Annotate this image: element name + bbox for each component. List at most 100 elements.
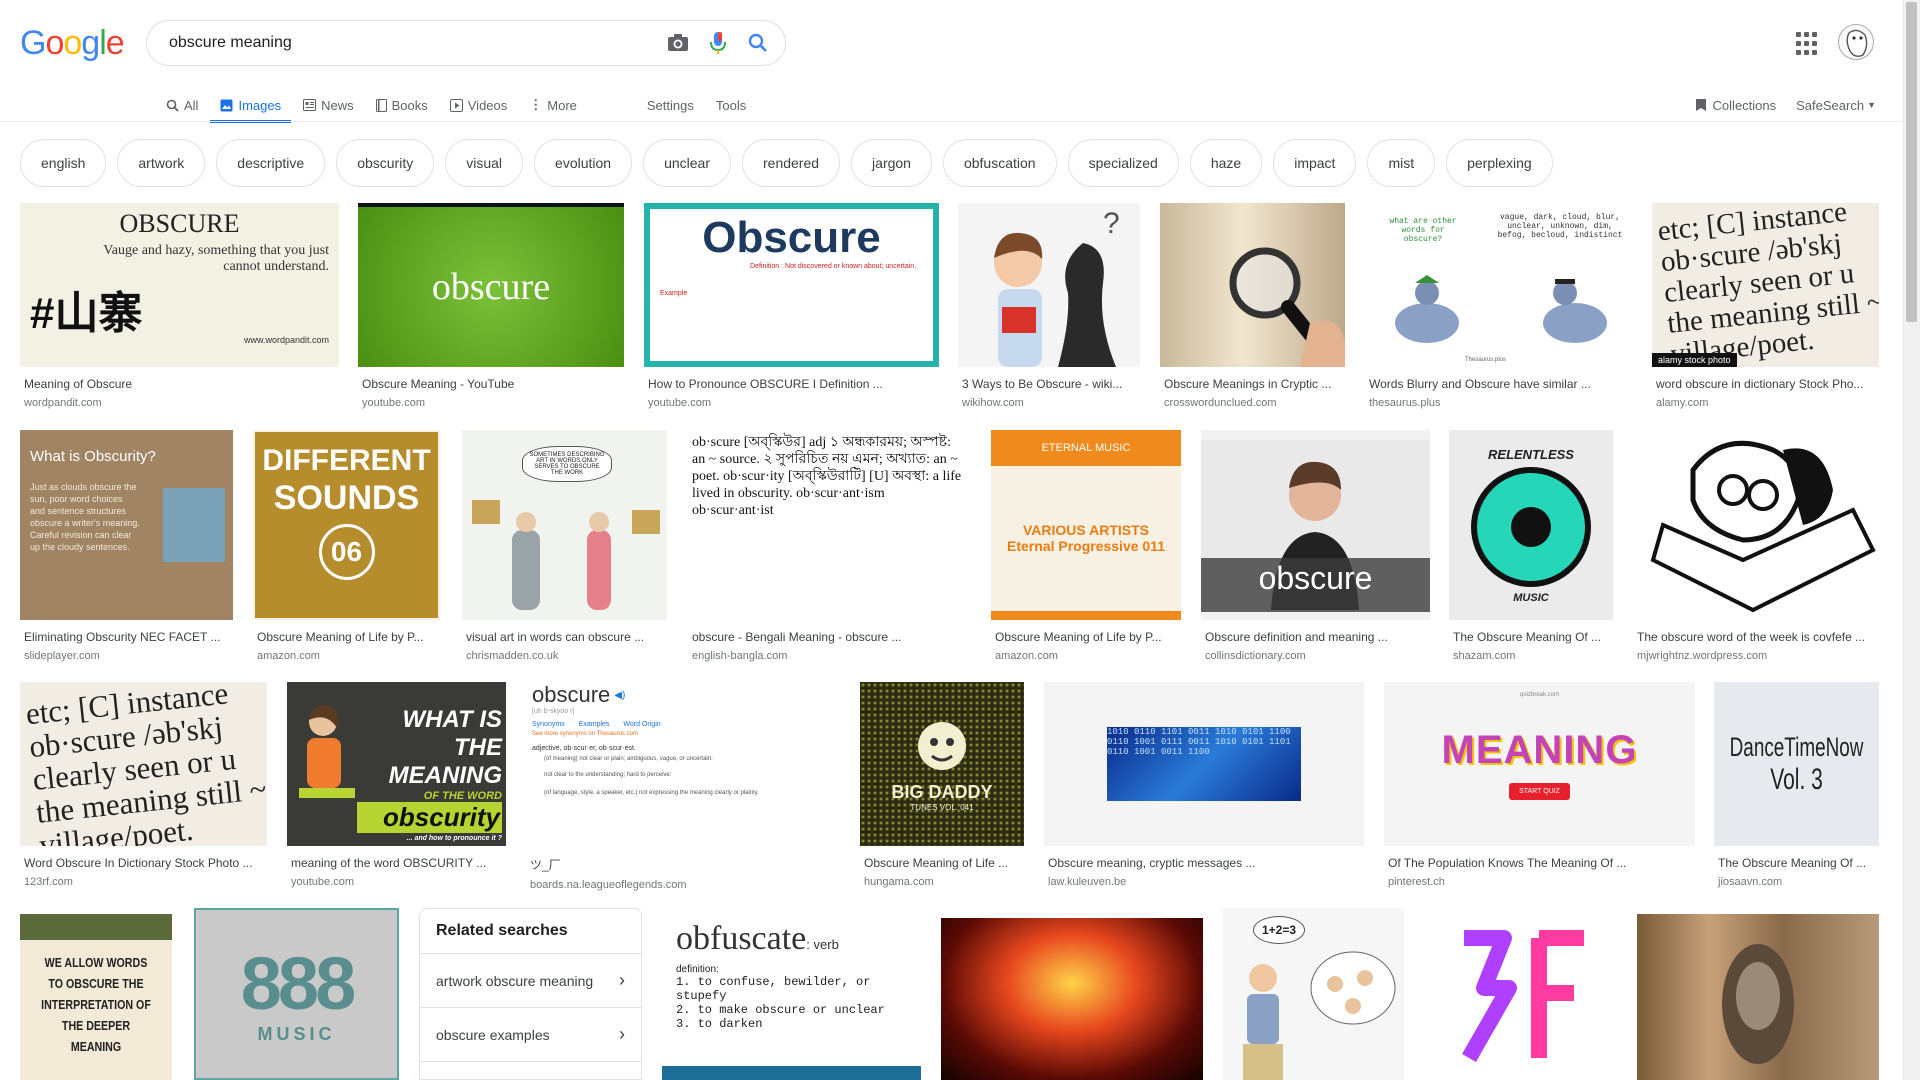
- related-search-item[interactable]: obscure examples ›: [420, 1008, 641, 1062]
- result-caption: The obscure word of the week is covfefe …: [1637, 630, 1866, 644]
- image-result[interactable]: 888 MUSIC: [194, 908, 399, 1080]
- image-result[interactable]: quizbreak.com MEANING START QUIZ Of The …: [1384, 682, 1695, 888]
- image-result[interactable]: WHAT IS THE MEANING OF THE WORD obscurit…: [287, 682, 506, 888]
- search-box[interactable]: [146, 20, 786, 66]
- result-caption: obscure - Bengali Meaning - obscure ...: [692, 630, 902, 644]
- chip[interactable]: specialized: [1067, 139, 1179, 187]
- image-result[interactable]: etc; [C] instance ob·scure /əb'skj clear…: [1652, 203, 1879, 409]
- image-result[interactable]: etc; [C] instance ob·scure /əb'skj clear…: [20, 682, 267, 888]
- image-result[interactable]: 1010 0110 1101 0011 1010 0101 1100 0110 …: [1044, 682, 1364, 888]
- image-result[interactable]: OBSCURE Vauge and hazy, something that y…: [20, 203, 339, 409]
- image-result[interactable]: [1637, 914, 1879, 1080]
- image-result[interactable]: DanceTimeNow Vol. 3 The Obscure Meaning …: [1714, 682, 1879, 888]
- image-result[interactable]: RELENTLESS MUSIC The Obscure Meaning Of …: [1449, 430, 1613, 662]
- thumb-def1: 1. to confuse, bewilder, or stupefy: [676, 975, 871, 1003]
- image-result[interactable]: what are other words for obscure? vague,…: [1365, 203, 1633, 409]
- image-result[interactable]: Obscure Definition : Not discovered or k…: [644, 203, 939, 409]
- thumb-more: See more synonyms on Thesaurus.com: [532, 731, 638, 737]
- result-source: chrismadden.co.uk: [466, 650, 559, 662]
- tab-books[interactable]: Books: [375, 88, 428, 122]
- chip[interactable]: haze: [1189, 139, 1263, 187]
- google-apps-icon[interactable]: [1796, 32, 1820, 56]
- tab-videos[interactable]: Videos: [449, 88, 507, 122]
- chip[interactable]: obscurity: [336, 139, 435, 187]
- image-thumbnail: etc; [C] instance ob·scure /əb'skj clear…: [20, 682, 267, 846]
- tab-more[interactable]: ⋮ More: [529, 88, 577, 122]
- microphone-icon[interactable]: [705, 30, 731, 56]
- search-input[interactable]: [167, 33, 651, 53]
- result-caption: How to Pronounce OBSCURE I Definition ..…: [648, 377, 883, 391]
- logo-letter: e: [105, 24, 125, 62]
- chip[interactable]: artwork: [117, 139, 206, 187]
- chip[interactable]: perplexing: [1446, 139, 1553, 187]
- image-result[interactable]: 1+2=3: [1223, 908, 1404, 1080]
- image-result[interactable]: obscure Obscure Meaning - YouTube youtub…: [358, 203, 624, 409]
- thumb-line1: WHAT IS: [402, 706, 502, 733]
- thumb-footer-bar: [662, 1066, 921, 1080]
- thumb-link: Examples: [578, 721, 610, 728]
- image-result[interactable]: DIFFERENT SOUNDS 06 Obscure Meaning of L…: [253, 430, 440, 662]
- chip[interactable]: visual: [445, 139, 524, 187]
- image-result[interactable]: SOMETIMES DESCRIBING ART IN WORDS ONLY S…: [462, 430, 667, 662]
- thumb-line1: BIG DADDY: [891, 782, 993, 802]
- image-result[interactable]: WE ALLOW WORDS TO OBSCURE THE INTERPRETA…: [20, 914, 172, 1080]
- thumb-speech-bubble: SOMETIMES DESCRIBING ART IN WORDS ONLY S…: [522, 446, 612, 482]
- page-scrollbar[interactable]: [1903, 0, 1920, 1080]
- result-caption: Words Blurry and Obscure have similar ..…: [1369, 377, 1591, 391]
- thumb-line5: ... and how to pronounce it ?: [406, 835, 502, 842]
- result-source: wikihow.com: [962, 397, 1024, 409]
- related-search-item[interactable]: artwork obscure meaning ›: [420, 954, 641, 1008]
- thumb-def1: (of meaning) not clear or plain; ambiguo…: [544, 756, 713, 762]
- tab-news[interactable]: News: [303, 88, 354, 122]
- tab-label: News: [321, 97, 354, 113]
- collections-link[interactable]: Collections: [1695, 98, 1776, 113]
- result-source: shazam.com: [1453, 650, 1516, 662]
- safesearch-toggle[interactable]: SafeSearch ▼: [1796, 98, 1876, 113]
- thumb-dictionary-text: ob·scure [অব্‌স্কিউর] adj ১ অন্ধকারময়; …: [692, 435, 962, 518]
- image-result[interactable]: The obscure word of the week is covfefe …: [1633, 430, 1879, 662]
- image-result[interactable]: Obscure Meanings in Cryptic ... crosswor…: [1160, 203, 1345, 409]
- chip[interactable]: rendered: [742, 139, 841, 187]
- thumb-brand: ETERNAL MUSIC: [991, 430, 1181, 466]
- image-thumbnail: SOMETIMES DESCRIBING ART IN WORDS ONLY S…: [462, 430, 667, 620]
- image-result[interactable]: What is Obscurity? Just as clouds obscur…: [20, 430, 233, 662]
- settings-link[interactable]: Settings: [647, 88, 694, 122]
- result-caption: The Obscure Meaning Of ...: [1453, 630, 1602, 644]
- image-result[interactable]: obfuscate: verb definition: 1. to confus…: [662, 908, 921, 1080]
- chip[interactable]: descriptive: [216, 139, 326, 187]
- result-caption: Obscure Meaning of Life ...: [864, 856, 1009, 870]
- tab-images[interactable]: Images: [210, 88, 291, 123]
- image-result[interactable]: [1424, 908, 1618, 1080]
- image-thumbnail: [1160, 203, 1345, 367]
- tab-all[interactable]: All: [166, 88, 198, 122]
- image-result[interactable]: ETERNAL MUSIC VARIOUS ARTISTS Eternal Pr…: [991, 430, 1181, 662]
- search-icon[interactable]: [745, 30, 771, 56]
- chip[interactable]: impact: [1273, 139, 1357, 187]
- image-result[interactable]: [941, 918, 1203, 1080]
- chip[interactable]: english: [20, 139, 107, 187]
- chip[interactable]: evolution: [534, 139, 633, 187]
- google-logo[interactable]: Google: [20, 24, 125, 63]
- image-result[interactable]: obscure Obscure definition and meaning .…: [1201, 430, 1430, 662]
- image-result[interactable]: ob·scure [অব্‌স্কিউর] adj ১ অন্ধকারময়; …: [688, 430, 971, 662]
- image-thumbnail: Obscure Definition : Not discovered or k…: [644, 203, 939, 367]
- chip[interactable]: obfuscation: [942, 139, 1057, 187]
- related-title: Related searches: [420, 909, 641, 954]
- tab-label: More: [547, 97, 577, 113]
- chip[interactable]: mist: [1367, 139, 1436, 187]
- neon-letters-icon: [1462, 930, 1584, 1062]
- image-result[interactable]: obscure ◀) [uh b-skyoo r] Synonyms Examp…: [526, 682, 841, 891]
- image-result[interactable]: BIG DADDY TUNES VOL. 041 Obscure Meaning…: [860, 682, 1024, 888]
- image-result[interactable]: ? 3 Ways to Be Obscure - wiki... wikihow…: [958, 203, 1140, 409]
- avatar[interactable]: [1838, 24, 1874, 60]
- result-source: jiosaavn.com: [1718, 876, 1783, 888]
- result-caption: Obscure Meaning of Life by P...: [257, 630, 424, 644]
- chip[interactable]: unclear: [643, 139, 731, 187]
- chip[interactable]: jargon: [851, 139, 932, 187]
- image-thumbnail: [1633, 430, 1879, 620]
- camera-icon[interactable]: [665, 30, 691, 56]
- magnifier-book-illustration: [1229, 247, 1345, 367]
- result-caption: Meaning of Obscure: [24, 377, 133, 391]
- tools-link[interactable]: Tools: [716, 88, 746, 122]
- scrollbar-thumb[interactable]: [1906, 2, 1917, 322]
